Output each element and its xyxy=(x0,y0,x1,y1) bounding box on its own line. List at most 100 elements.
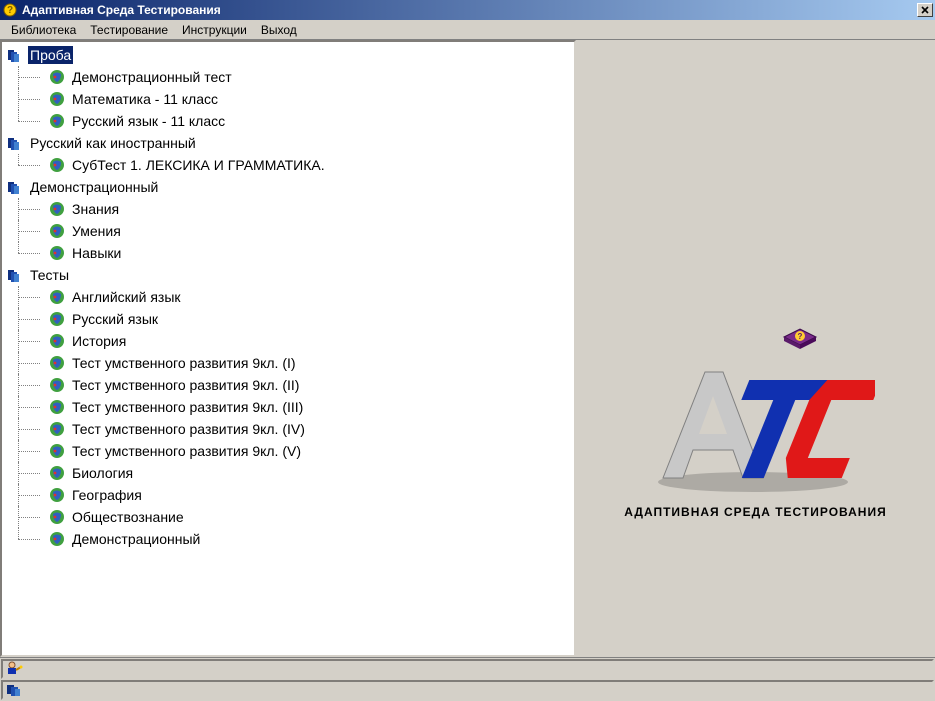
folder-icon xyxy=(6,266,24,284)
tree-leaf-label[interactable]: Тест умственного развития 9кл. (III) xyxy=(70,398,305,416)
main-area: Проба Демонстрационный тест Математика - 1… xyxy=(0,40,935,657)
globe-icon xyxy=(48,464,66,482)
tree-leaf-label[interactable]: Тест умственного развития 9кл. (II) xyxy=(70,376,301,394)
svg-text:?: ? xyxy=(798,332,803,341)
tree-leaf[interactable]: Математика - 11 класс xyxy=(6,88,574,110)
tree-leaf[interactable]: Умения xyxy=(6,220,574,242)
tree-leaf-label[interactable]: Умения xyxy=(70,222,123,240)
titlebar: ? Адаптивная Среда Тестирования xyxy=(0,0,935,20)
tree-folder[interactable]: Проба xyxy=(6,44,574,66)
tree-leaf-label[interactable]: История xyxy=(70,332,128,350)
tree-leaf[interactable]: Тест умственного развития 9кл. (I) xyxy=(6,352,574,374)
right-panel: ? xyxy=(576,40,935,657)
tree-connector xyxy=(6,484,48,506)
tree-leaf[interactable]: Демонстрационный тест xyxy=(6,66,574,88)
tree-connector xyxy=(6,352,48,374)
tree-connector xyxy=(6,66,48,88)
tree-folder-label[interactable]: Тесты xyxy=(28,266,71,284)
tree-connector xyxy=(6,506,48,528)
tree-leaf-label[interactable]: Знания xyxy=(70,200,121,218)
globe-icon xyxy=(48,354,66,372)
globe-icon xyxy=(48,420,66,438)
tree-leaf-label[interactable]: СубТест 1. ЛЕКСИКА И ГРАММАТИКА. xyxy=(70,156,327,174)
tree-leaf-label[interactable]: Навыки xyxy=(70,244,123,262)
tree-leaf[interactable]: Русский язык - 11 класс xyxy=(6,110,574,132)
globe-icon xyxy=(48,332,66,350)
globe-icon xyxy=(48,244,66,262)
globe-icon xyxy=(48,156,66,174)
tree-connector xyxy=(6,154,48,176)
book-help-icon: ? xyxy=(780,319,820,354)
tree-connector xyxy=(6,374,48,396)
folder-icon xyxy=(6,134,24,152)
menu-exit[interactable]: Выход xyxy=(254,21,304,39)
tree-leaf-label[interactable]: Биология xyxy=(70,464,135,482)
tree-leaf[interactable]: Демонстрационный xyxy=(6,528,574,550)
globe-icon xyxy=(48,442,66,460)
tree-leaf[interactable]: Навыки xyxy=(6,242,574,264)
tree-connector xyxy=(6,396,48,418)
tree-leaf[interactable]: Тест умственного развития 9кл. (V) xyxy=(6,440,574,462)
tree-leaf-label[interactable]: Русский язык xyxy=(70,310,160,328)
tree-leaf-label[interactable]: Математика - 11 класс xyxy=(70,90,220,108)
tree-leaf-label[interactable]: Английский язык xyxy=(70,288,183,306)
tree-leaf[interactable]: Английский язык xyxy=(6,286,574,308)
status-bars xyxy=(0,657,935,701)
tree-leaf[interactable]: География xyxy=(6,484,574,506)
folder-icon xyxy=(6,46,24,64)
tree-connector xyxy=(6,220,48,242)
tree-connector xyxy=(6,198,48,220)
tree-folder-label[interactable]: Русский как иностранный xyxy=(28,134,198,152)
tree-leaf-label[interactable]: Демонстрационный тест xyxy=(70,68,234,86)
globe-icon xyxy=(48,200,66,218)
statusbar-2 xyxy=(1,680,934,700)
logo: ? xyxy=(624,319,886,519)
globe-icon xyxy=(48,222,66,240)
tree-folder-label[interactable]: Демонстрационный xyxy=(28,178,160,196)
logo-graphic xyxy=(635,366,875,499)
tree-folder-label[interactable]: Проба xyxy=(28,46,73,64)
logo-caption: АДАПТИВНАЯ СРЕДА ТЕСТИРОВАНИЯ xyxy=(624,505,886,519)
globe-icon xyxy=(48,68,66,86)
tree-leaf[interactable]: Русский язык xyxy=(6,308,574,330)
menu-instructions[interactable]: Инструкции xyxy=(175,21,254,39)
globe-icon xyxy=(48,486,66,504)
svg-text:?: ? xyxy=(7,5,13,16)
tree-leaf-label[interactable]: Тест умственного развития 9кл. (IV) xyxy=(70,420,307,438)
tree-leaf-label[interactable]: Русский язык - 11 класс xyxy=(70,112,227,130)
tree-panel[interactable]: Проба Демонстрационный тест Математика - 1… xyxy=(0,40,576,657)
menu-library[interactable]: Библиотека xyxy=(4,21,83,39)
globe-icon xyxy=(48,288,66,306)
close-button[interactable] xyxy=(917,3,933,17)
menu-testing[interactable]: Тестирование xyxy=(83,21,175,39)
tree-connector xyxy=(6,418,48,440)
globe-icon xyxy=(48,90,66,108)
tree-connector xyxy=(6,528,48,550)
tree-leaf[interactable]: История xyxy=(6,330,574,352)
tree-leaf-label[interactable]: Тест умственного развития 9кл. (V) xyxy=(70,442,303,460)
tree-leaf[interactable]: Тест умственного развития 9кл. (IV) xyxy=(6,418,574,440)
tree-leaf[interactable]: Тест умственного развития 9кл. (III) xyxy=(6,396,574,418)
tree-leaf[interactable]: Тест умственного развития 9кл. (II) xyxy=(6,374,574,396)
globe-icon xyxy=(48,376,66,394)
tree-connector xyxy=(6,308,48,330)
tree-connector xyxy=(6,330,48,352)
tree-leaf-label[interactable]: География xyxy=(70,486,144,504)
tree-folder[interactable]: Демонстрационный xyxy=(6,176,574,198)
tree-leaf-label[interactable]: Тест умственного развития 9кл. (I) xyxy=(70,354,298,372)
tree-leaf[interactable]: Биология xyxy=(6,462,574,484)
tree-connector xyxy=(6,242,48,264)
globe-icon xyxy=(48,310,66,328)
statusbar-1 xyxy=(1,659,934,679)
tree-leaf[interactable]: СубТест 1. ЛЕКСИКА И ГРАММАТИКА. xyxy=(6,154,574,176)
statusbar-user-icon xyxy=(5,660,23,679)
tree-leaf-label[interactable]: Обществознание xyxy=(70,508,186,526)
tree-folder[interactable]: Тесты xyxy=(6,264,574,286)
globe-icon xyxy=(48,112,66,130)
folder-icon xyxy=(6,178,24,196)
window-title: Адаптивная Среда Тестирования xyxy=(22,3,917,17)
tree-leaf-label[interactable]: Демонстрационный xyxy=(70,530,202,548)
tree-folder[interactable]: Русский как иностранный xyxy=(6,132,574,154)
tree-leaf[interactable]: Обществознание xyxy=(6,506,574,528)
tree-leaf[interactable]: Знания xyxy=(6,198,574,220)
